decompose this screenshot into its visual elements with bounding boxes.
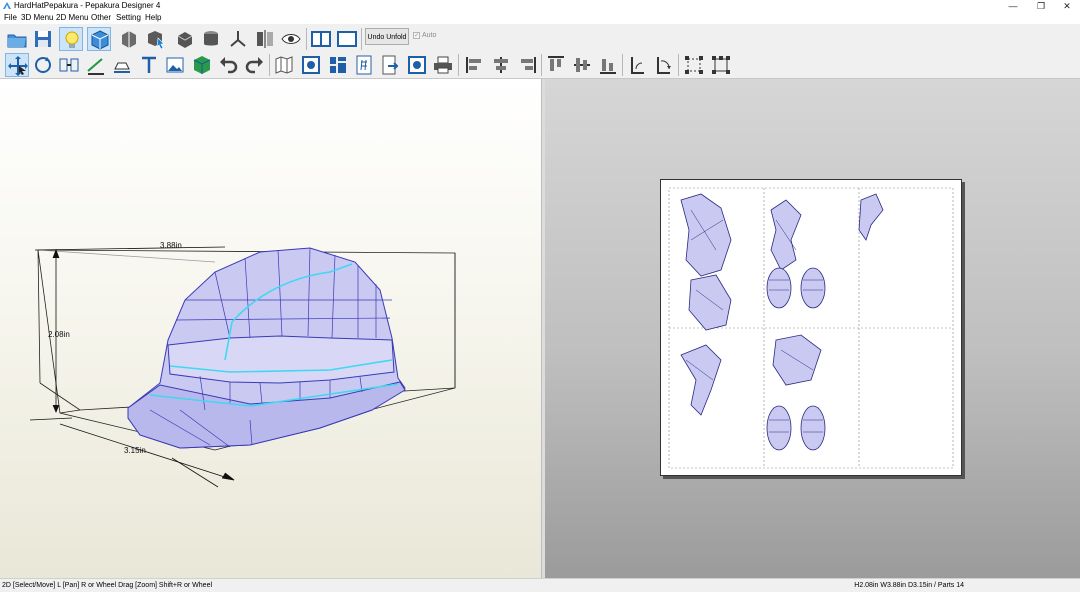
select-cube-icon[interactable] [144, 27, 168, 51]
snap-parts-icon[interactable] [709, 53, 733, 77]
status-hint-text: 2D [Select/Move] L [Pan] R or Wheel Drag… [2, 582, 213, 589]
page-number-icon[interactable] [352, 53, 376, 77]
title-bar: HardHatPepakura - Pepakura Designer 4 — … [0, 0, 1080, 12]
align-left-icon[interactable] [463, 53, 487, 77]
status-model-info: H2.08in W3.88in D3.15in / Parts 14 [854, 582, 964, 589]
print-preview-icon[interactable] [405, 53, 429, 77]
menu-other[interactable]: Other [91, 12, 111, 24]
print-icon[interactable] [431, 53, 455, 77]
toolbar: Undo Unfold ✓ Auto [0, 24, 1080, 79]
image-icon[interactable] [163, 53, 187, 77]
undo-icon[interactable] [216, 53, 240, 77]
rotate-part-ccw-icon[interactable] [652, 53, 676, 77]
redo-icon[interactable] [243, 53, 267, 77]
two-pane-view-icon[interactable] [309, 27, 333, 51]
menu-help[interactable]: Help [145, 12, 161, 24]
cylinder-icon[interactable] [199, 27, 223, 51]
snap-grid-icon[interactable] [682, 53, 706, 77]
3d-model[interactable] [0, 79, 541, 578]
toolbar-separator [269, 54, 270, 76]
rotate-icon[interactable] [31, 53, 55, 77]
align-right-icon[interactable] [515, 53, 539, 77]
toolbar-separator [458, 54, 459, 76]
menu-2d[interactable]: 2D Menu [56, 12, 88, 24]
toolbar-separator [678, 54, 679, 76]
fold-line-icon[interactable] [84, 53, 108, 77]
menu-3d[interactable]: 3D Menu [21, 12, 53, 24]
texture-cube-icon[interactable] [87, 27, 111, 51]
align-middle-icon[interactable] [570, 53, 594, 77]
toolbar-separator [361, 28, 362, 50]
undo-unfold-button[interactable]: Undo Unfold [365, 28, 409, 45]
unfold-map-icon[interactable] [272, 53, 296, 77]
menu-bar: File 3D Menu 2D Menu Other Setting Help [0, 12, 1080, 24]
export-icon[interactable] [378, 53, 402, 77]
join-parts-icon[interactable] [57, 53, 81, 77]
color-cube-icon[interactable] [190, 53, 214, 77]
face-select-icon[interactable] [299, 53, 323, 77]
auto-label: Auto [422, 32, 437, 39]
edge-join-icon[interactable] [226, 27, 250, 51]
cube-edit-icon[interactable] [173, 27, 197, 51]
rotate-part-icon[interactable] [626, 53, 650, 77]
close-button[interactable]: ✕ [1052, 0, 1080, 12]
window-title: HardHatPepakura - Pepakura Designer 4 [14, 1, 161, 10]
paper-sheet [660, 179, 962, 476]
align-top-icon[interactable] [544, 53, 568, 77]
toolbar-separator [541, 54, 542, 76]
align-center-icon[interactable] [489, 53, 513, 77]
menu-setting[interactable]: Setting [116, 12, 141, 24]
single-pane-view-icon[interactable] [335, 27, 359, 51]
status-bar: 2D [Select/Move] L [Pan] R or Wheel Drag… [0, 578, 1080, 592]
flip-faces-icon[interactable] [117, 27, 141, 51]
depth-dimension-label: 3.15in [124, 446, 146, 455]
eye-view-icon[interactable] [279, 27, 303, 51]
light-bulb-icon[interactable] [59, 27, 83, 51]
app-icon [3, 2, 11, 9]
align-bottom-icon[interactable] [596, 53, 620, 77]
height-dimension-label: 2.08in [48, 330, 70, 339]
select-move-icon[interactable] [5, 53, 29, 77]
minimize-button[interactable]: — [998, 0, 1028, 12]
width-dimension-label: 3.88in [160, 241, 182, 250]
toolbar-separator [622, 54, 623, 76]
toolbar-separator [306, 28, 307, 50]
3d-view[interactable]: 3.88in 2.08in 3.15in [0, 79, 541, 578]
mirror-icon[interactable] [253, 27, 277, 51]
2d-view[interactable] [545, 79, 1080, 578]
auto-checkbox[interactable]: ✓ [413, 32, 420, 39]
open-folder-icon[interactable] [5, 27, 29, 51]
text-icon[interactable] [137, 53, 161, 77]
save-icon[interactable] [31, 27, 55, 51]
glue-flap-icon[interactable] [110, 53, 134, 77]
unfolded-parts[interactable] [661, 180, 961, 475]
parts-arrange-icon[interactable] [326, 53, 350, 77]
menu-file[interactable]: File [4, 12, 17, 24]
